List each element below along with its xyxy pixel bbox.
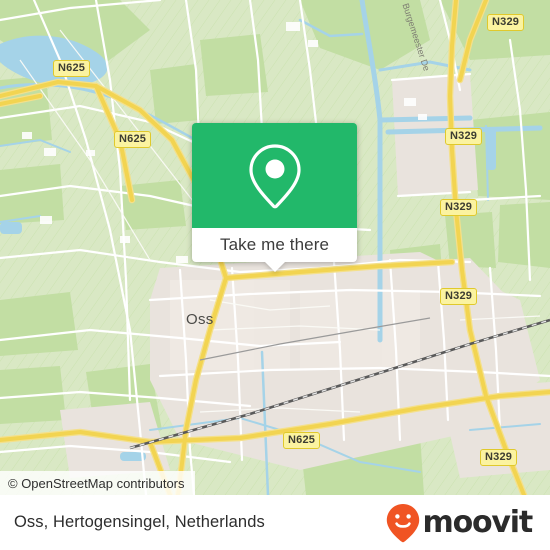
popup-tail [263,261,286,272]
road-shield-n329-lower[interactable]: N329 [440,288,478,305]
city-label-oss: Oss [186,311,214,328]
moovit-pin-smiley-icon [386,503,419,542]
map-screenshot: Oss Burgemeester De N625 N625 N329 N329 … [0,0,550,550]
road-shield-n625-mid[interactable]: N625 [114,131,152,148]
road-shield-n329-top[interactable]: N329 [487,14,525,31]
footer-bar: Oss, Hertogensingel, Netherlands moovit [0,495,550,550]
moovit-logo[interactable]: moovit [385,503,534,543]
road-shield-n329-mid[interactable]: N329 [440,199,478,216]
moovit-wordmark: moovit [422,504,534,540]
map-pin-icon [248,143,301,208]
location-title: Oss, Hertogensingel, Netherlands [14,513,265,531]
osm-attribution[interactable]: © OpenStreetMap contributors [0,471,195,495]
road-shield-n329-bottom[interactable]: N329 [480,449,518,466]
map-marker-popup[interactable]: Take me there [192,123,357,272]
road-shield-n625-upper[interactable]: N625 [53,60,91,77]
popup-action-bar[interactable]: Take me there [192,228,357,272]
take-me-there-button[interactable]: Take me there [220,235,329,255]
map-canvas[interactable]: Oss Burgemeester De N625 N625 N329 N329 … [0,0,550,495]
popup-header [192,123,357,228]
road-shield-n329-upper[interactable]: N329 [445,128,483,145]
road-shield-n625-bottom[interactable]: N625 [283,432,321,449]
